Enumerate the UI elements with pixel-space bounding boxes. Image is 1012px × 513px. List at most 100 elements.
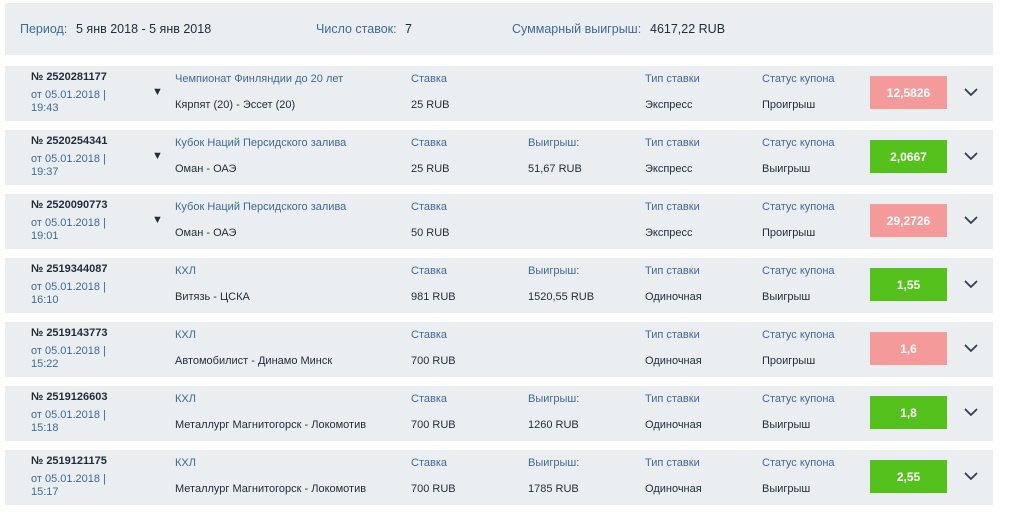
coupon-status-label: Статус купона xyxy=(762,457,835,469)
championship-link[interactable]: Чемпионат Финляндии до 20 лет xyxy=(175,73,343,86)
championship-link[interactable]: КХЛ xyxy=(175,265,196,278)
championship-link[interactable]: Кубок Наций Персидского залива xyxy=(175,201,346,214)
stake-label: Ставка xyxy=(411,137,447,149)
stake-label: Ставка xyxy=(411,73,447,85)
bet-row: № 2519143773 от 05.01.2018 | 15:22 КХЛ А… xyxy=(5,322,993,377)
coupon-status-value: Проигрыш xyxy=(762,227,816,239)
coupon-status-label: Статус купона xyxy=(762,329,835,341)
bet-type-value: Экспресс xyxy=(645,227,693,239)
coupon-status-value: Выигрыш xyxy=(762,483,811,495)
bet-date: от 05.01.2018 | 15:18 xyxy=(31,409,106,434)
coefficient-badge: 12,5826 xyxy=(870,76,947,109)
chevron-down-icon[interactable] xyxy=(963,148,979,164)
bet-number: № 2519143773 xyxy=(31,327,108,339)
stake-value: 700 RUB xyxy=(411,483,456,495)
coupon-status-value: Проигрыш xyxy=(762,99,816,111)
bet-type-value: Экспресс xyxy=(645,99,693,111)
bet-row: № 2520281177 от 05.01.2018 | 19:43 ▼ Чем… xyxy=(5,66,993,121)
bet-type-label: Тип ставки xyxy=(645,137,700,149)
bet-number: № 2520254341 xyxy=(31,135,108,147)
chevron-down-icon[interactable] xyxy=(963,468,979,484)
win-label: Выигрыш: xyxy=(528,137,580,149)
championship-link[interactable]: КХЛ xyxy=(175,393,196,406)
match-name: Автомобилист - Динамо Минск xyxy=(175,355,333,367)
bet-type-label: Тип ставки xyxy=(645,457,700,469)
match-name: Металлург Магнитогорск - Локомотив xyxy=(175,419,367,431)
coupon-status-value: Выигрыш xyxy=(762,163,811,175)
win-label: Выигрыш: xyxy=(528,265,580,277)
bet-number: № 2519344087 xyxy=(31,263,108,275)
win-value: 1785 RUB xyxy=(528,483,579,495)
bets-summary: Период: 5 янв 2018 - 5 янв 2018 Число ст… xyxy=(5,3,993,55)
bet-count-label: Число ставок: xyxy=(316,22,397,36)
bet-row: № 2519121175 от 05.01.2018 | 15:17 КХЛ М… xyxy=(5,450,993,505)
win-value: 1260 RUB xyxy=(528,419,579,431)
bet-number: № 2519121175 xyxy=(31,455,107,467)
stake-value: 700 RUB xyxy=(411,355,456,367)
coefficient-badge: 1,6 xyxy=(870,332,947,365)
chevron-down-icon[interactable] xyxy=(963,404,979,420)
stake-label: Ставка xyxy=(411,457,447,469)
bet-date: от 05.01.2018 | 16:10 xyxy=(31,281,106,306)
bet-date: от 05.01.2018 | 15:17 xyxy=(31,473,106,498)
coupon-status-label: Статус купона xyxy=(762,265,835,277)
bet-type-value: Одиночная xyxy=(645,355,702,367)
coupon-status-label: Статус купона xyxy=(762,137,835,149)
bet-type-label: Тип ставки xyxy=(645,393,700,405)
championship-link[interactable]: Кубок Наций Персидского залива xyxy=(175,137,346,150)
bet-count-value: 7 xyxy=(405,22,412,36)
coupon-status-label: Статус купона xyxy=(762,393,835,405)
win-label: Выигрыш: xyxy=(528,393,580,405)
match-name: Оман - ОАЭ xyxy=(175,227,237,239)
bet-date: от 05.01.2018 | 15:22 xyxy=(31,345,106,370)
match-name: Кярпят (20) - Эссет (20) xyxy=(175,99,296,111)
coefficient-badge: 29,2726 xyxy=(870,204,947,237)
bet-row: № 2519126603 от 05.01.2018 | 15:18 КХЛ М… xyxy=(5,386,993,441)
stake-value: 981 RUB xyxy=(411,291,456,303)
win-value: 1520,55 RUB xyxy=(528,291,595,303)
bet-row: № 2520254341 от 05.01.2018 | 19:37 ▼ Куб… xyxy=(5,130,993,185)
bet-type-label: Тип ставки xyxy=(645,201,700,213)
bet-type-label: Тип ставки xyxy=(645,329,700,341)
match-name: Витязь - ЦСКА xyxy=(175,291,250,303)
bet-type-label: Тип ставки xyxy=(645,73,700,85)
bet-type-label: Тип ставки xyxy=(645,265,700,277)
chevron-down-icon[interactable] xyxy=(963,212,979,228)
bet-type-value: Одиночная xyxy=(645,419,702,431)
stake-label: Ставка xyxy=(411,393,447,405)
coefficient-badge: 2,55 xyxy=(870,460,947,493)
bet-date: от 05.01.2018 | 19:01 xyxy=(31,217,106,242)
coefficient-badge: 1,8 xyxy=(870,396,947,429)
chevron-down-icon[interactable] xyxy=(963,340,979,356)
chevron-down-icon[interactable] xyxy=(963,276,979,292)
caret-down-icon[interactable]: ▼ xyxy=(152,150,163,163)
total-win-value: 4617,22 RUB xyxy=(650,22,726,36)
caret-down-icon[interactable]: ▼ xyxy=(152,214,163,227)
match-name: Металлург Магнитогорск - Локомотив xyxy=(175,483,367,495)
bet-date: от 05.01.2018 | 19:37 xyxy=(31,153,106,178)
stake-value: 25 RUB xyxy=(411,99,450,111)
chevron-down-icon[interactable] xyxy=(963,84,979,100)
period-value: 5 янв 2018 - 5 янв 2018 xyxy=(76,22,212,36)
coupon-status-value: Проигрыш xyxy=(762,355,816,367)
win-label: Выигрыш: xyxy=(528,457,580,469)
period-label: Период: xyxy=(20,22,68,36)
caret-down-icon[interactable]: ▼ xyxy=(152,86,163,99)
stake-label: Ставка xyxy=(411,201,447,213)
bet-row: № 2519344087 от 05.01.2018 | 16:10 КХЛ В… xyxy=(5,258,993,313)
stake-value: 50 RUB xyxy=(411,227,450,239)
bet-date: от 05.01.2018 | 19:43 xyxy=(31,89,106,114)
coupon-status-label: Статус купона xyxy=(762,73,835,85)
coefficient-badge: 2,0667 xyxy=(870,140,947,173)
championship-link[interactable]: КХЛ xyxy=(175,329,196,342)
stake-value: 700 RUB xyxy=(411,419,456,431)
match-name: Оман - ОАЭ xyxy=(175,163,237,175)
bet-type-value: Одиночная xyxy=(645,291,702,303)
championship-link[interactable]: КХЛ xyxy=(175,457,196,470)
bet-row: № 2520090773 от 05.01.2018 | 19:01 ▼ Куб… xyxy=(5,194,993,249)
bet-number: № 2519126603 xyxy=(31,391,108,403)
bet-type-value: Одиночная xyxy=(645,483,702,495)
coupon-status-value: Выигрыш xyxy=(762,419,811,431)
stake-label: Ставка xyxy=(411,265,447,277)
bet-number: № 2520090773 xyxy=(31,199,108,211)
